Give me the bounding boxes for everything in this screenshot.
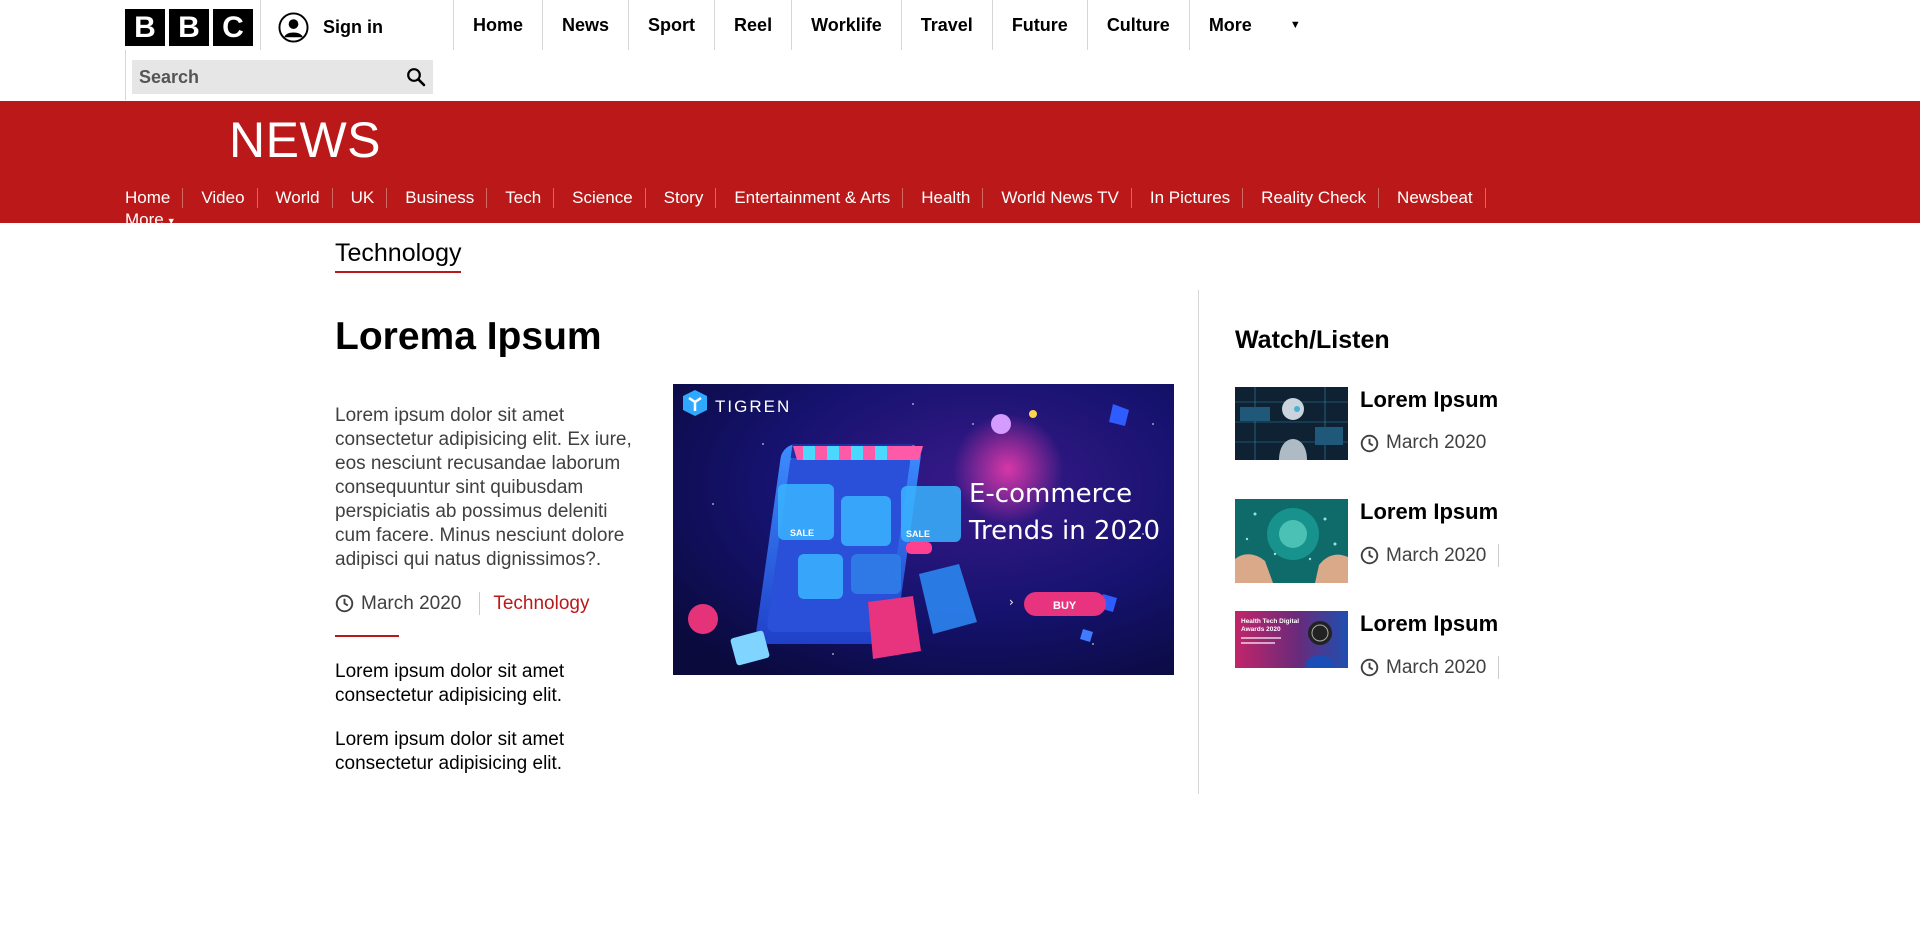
related-story-link[interactable]: Lorem ipsum dolor sit amet consectetur a… bbox=[335, 728, 645, 776]
svg-text:Health Tech Digital: Health Tech Digital bbox=[1241, 618, 1299, 625]
story-headline[interactable]: Lorema Ipsum bbox=[335, 315, 602, 359]
nav-travel[interactable]: Travel bbox=[900, 0, 992, 50]
sign-in-label: Sign in bbox=[323, 17, 383, 37]
watch-listen-date: March 2020 bbox=[1386, 432, 1487, 453]
image-headline: Trends in 2020 bbox=[968, 516, 1160, 546]
subnav-world-news-tv[interactable]: World News TV bbox=[983, 188, 1132, 208]
chevron-right-icon: › bbox=[1009, 595, 1014, 609]
nav-more[interactable]: More ▼ bbox=[1188, 0, 1311, 50]
subnav-newsbeat[interactable]: Newsbeat bbox=[1379, 188, 1486, 208]
story-meta: March 2020 Technology bbox=[335, 592, 589, 615]
subnav-story[interactable]: Story bbox=[646, 188, 717, 208]
divider bbox=[260, 0, 261, 50]
image-buy-label: BUY bbox=[1053, 600, 1077, 612]
caret-down-icon: ▼ bbox=[1289, 19, 1301, 31]
subnav-business[interactable]: Business bbox=[387, 188, 488, 208]
column-divider bbox=[1198, 290, 1199, 794]
logo-letter: B bbox=[169, 9, 209, 46]
subnav-in-pictures[interactable]: In Pictures bbox=[1132, 188, 1244, 208]
meta-divider bbox=[1498, 656, 1500, 679]
watch-listen-date: March 2020 bbox=[1386, 656, 1487, 678]
meta-divider bbox=[479, 592, 481, 615]
subnav-uk[interactable]: UK bbox=[333, 188, 388, 208]
subnav-tech[interactable]: Tech bbox=[487, 188, 555, 208]
divider bbox=[125, 50, 126, 100]
clock-icon bbox=[1360, 434, 1379, 452]
logo-letter: C bbox=[213, 9, 253, 46]
nav-worklife[interactable]: Worklife bbox=[791, 0, 901, 50]
subnav-science[interactable]: Science bbox=[554, 188, 646, 208]
global-nav: Home News Sport Reel Worklife Travel Fut… bbox=[453, 0, 1311, 50]
news-subnav: Home Video World UK Business Tech Scienc… bbox=[125, 188, 1486, 208]
clock-icon bbox=[1360, 546, 1379, 565]
watch-listen-item[interactable]: Health Tech Digital Awards 2020 Lorem Ip… bbox=[1235, 611, 1525, 695]
subnav-health[interactable]: Health bbox=[903, 188, 984, 208]
story-date: March 2020 bbox=[361, 592, 462, 614]
nav-future[interactable]: Future bbox=[991, 0, 1087, 50]
watch-listen-headline: Lorem Ipsum bbox=[1360, 499, 1499, 524]
search-button[interactable] bbox=[399, 60, 433, 94]
awards-thumbnail: Health Tech Digital Awards 2020 bbox=[1235, 611, 1348, 668]
subnav-reality-check[interactable]: Reality Check bbox=[1243, 188, 1380, 208]
nav-more-label: More bbox=[1208, 14, 1252, 35]
bbc-logo[interactable]: B B C bbox=[125, 9, 253, 46]
subnav-more-label: More bbox=[125, 210, 164, 229]
search-bar bbox=[132, 60, 433, 94]
clock-icon bbox=[1360, 658, 1379, 677]
subnav-video[interactable]: Video bbox=[183, 188, 258, 208]
clock-icon bbox=[335, 594, 354, 613]
story-summary: Lorem ipsum dolor sit amet consectetur a… bbox=[335, 405, 632, 570]
user-icon bbox=[278, 12, 309, 43]
svg-text:Awards 2020: Awards 2020 bbox=[1241, 626, 1281, 633]
search-input[interactable] bbox=[132, 60, 399, 94]
watch-listen-meta: March 2020 bbox=[1360, 544, 1500, 567]
subnav-world[interactable]: World bbox=[258, 188, 333, 208]
news-header: NEWS Home Video World UK Business Tech S… bbox=[0, 101, 1920, 229]
story-hero-image[interactable]: TIGREN SALE SALE E-commerce Trends in 20… bbox=[673, 384, 1174, 675]
nav-reel[interactable]: Reel bbox=[714, 0, 791, 50]
robot-thumbnail bbox=[1235, 387, 1348, 460]
story-topic-link[interactable]: Technology bbox=[493, 593, 589, 615]
related-story-link[interactable]: Lorem ipsum dolor sit amet consectetur a… bbox=[335, 660, 645, 708]
section-heading[interactable]: Technology bbox=[335, 239, 462, 273]
subnav-home[interactable]: Home bbox=[125, 188, 184, 208]
image-brand: TIGREN bbox=[715, 397, 791, 416]
nav-culture[interactable]: Culture bbox=[1086, 0, 1189, 50]
watch-listen-item[interactable]: Lorem Ipsum March 2020 bbox=[1235, 387, 1525, 471]
image-headline: E-commerce bbox=[969, 479, 1132, 509]
search-icon bbox=[407, 68, 426, 87]
watch-listen-date: March 2020 bbox=[1386, 544, 1487, 566]
meta-divider bbox=[1498, 544, 1500, 567]
sale-badge: SALE bbox=[790, 528, 814, 538]
sale-badge: SALE bbox=[906, 529, 930, 539]
watch-listen-headline: Lorem Ipsum bbox=[1360, 387, 1499, 412]
watch-listen-heading: Watch/Listen bbox=[1235, 326, 1390, 354]
caret-down-icon: ▼ bbox=[166, 215, 176, 226]
nav-news[interactable]: News bbox=[542, 0, 628, 50]
divider bbox=[335, 635, 399, 637]
subnav-entertainment[interactable]: Entertainment & Arts bbox=[716, 188, 904, 208]
watch-listen-headline: Lorem Ipsum bbox=[1360, 611, 1499, 636]
logo-letter: B bbox=[125, 9, 165, 46]
subnav-more[interactable]: More ▼ bbox=[125, 211, 176, 230]
watch-listen-meta: March 2020 bbox=[1360, 432, 1486, 454]
news-title[interactable]: NEWS bbox=[229, 115, 381, 165]
sign-in-button[interactable]: Sign in bbox=[278, 12, 383, 43]
watch-listen-meta: March 2020 bbox=[1360, 656, 1500, 679]
nav-sport[interactable]: Sport bbox=[628, 0, 714, 50]
nav-home[interactable]: Home bbox=[453, 0, 542, 50]
digital-hands-thumbnail bbox=[1235, 499, 1348, 583]
watch-listen-item[interactable]: Lorem Ipsum March 2020 bbox=[1235, 499, 1525, 583]
global-header: B B C Sign in Home News Sport Reel Workl… bbox=[0, 0, 1920, 100]
